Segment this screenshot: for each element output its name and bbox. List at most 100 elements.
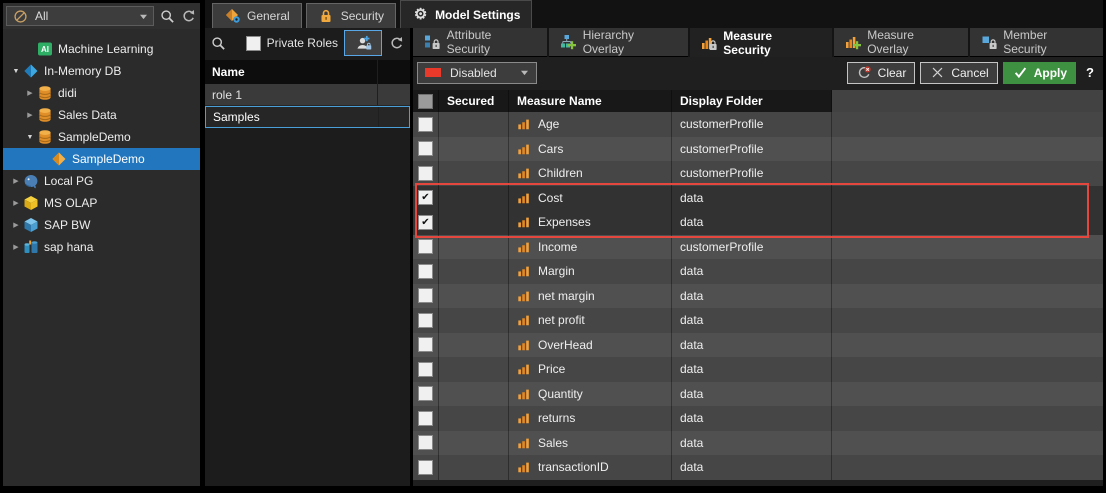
measure-row-income[interactable]: IncomecustomerProfile bbox=[413, 235, 1103, 260]
apply-button-label: Apply bbox=[1034, 66, 1067, 80]
collapsed-expander-icon[interactable]: ▶ bbox=[9, 177, 23, 185]
secured-checkbox[interactable] bbox=[418, 117, 433, 132]
secured-value-cell bbox=[439, 357, 509, 382]
tab-hierarchy-overlay[interactable]: Hierarchy Overlay bbox=[549, 28, 688, 57]
role-row[interactable]: Samples bbox=[205, 106, 410, 128]
roles-search-icon[interactable] bbox=[210, 35, 227, 52]
column-header-display-folder[interactable]: Display Folder bbox=[672, 90, 832, 112]
secured-value-cell bbox=[439, 406, 509, 431]
measure-row-transactionid[interactable]: transactionIDdata bbox=[413, 455, 1103, 480]
cancel-button[interactable]: Cancel bbox=[920, 62, 997, 84]
tab-member-security[interactable]: Member Security bbox=[970, 28, 1103, 57]
tree-item-sap-bw[interactable]: ▶SAP BW bbox=[3, 214, 200, 236]
secured-checkbox[interactable]: ✔ bbox=[418, 190, 433, 205]
search-icon[interactable] bbox=[159, 8, 176, 25]
refresh-icon[interactable] bbox=[181, 8, 198, 25]
member-security-icon bbox=[981, 34, 998, 51]
private-roles-checkbox[interactable] bbox=[246, 36, 261, 51]
select-all-checkbox[interactable] bbox=[418, 94, 433, 109]
security-tab-label: Member Security bbox=[1003, 28, 1092, 56]
app-window: All AIMachine Learning▼In-Memory DB ▶ didi… bbox=[0, 0, 1106, 493]
filter-all-icon bbox=[12, 8, 29, 25]
tree-item-ms-olap[interactable]: ▶MS OLAP bbox=[3, 192, 200, 214]
sap-bw-cube-icon bbox=[23, 217, 39, 233]
tree-item-local-pg[interactable]: ▶Local PG bbox=[3, 170, 200, 192]
measure-row-cost[interactable]: ✔Costdata bbox=[413, 186, 1103, 211]
tree-item-machine-learning[interactable]: AIMachine Learning bbox=[3, 38, 200, 60]
roles-column-header[interactable]: Name bbox=[205, 60, 410, 84]
secured-checkbox[interactable] bbox=[418, 411, 433, 426]
row-filler-cell bbox=[832, 210, 1103, 235]
secured-checkbox[interactable] bbox=[418, 264, 433, 279]
measure-name: Age bbox=[538, 117, 559, 131]
security-mode-combobox[interactable]: Disabled bbox=[417, 62, 537, 84]
measure-row-overhead[interactable]: OverHeaddata bbox=[413, 333, 1103, 358]
measure-row-net-profit[interactable]: net profitdata bbox=[413, 308, 1103, 333]
column-header-measure-name[interactable]: Measure Name bbox=[509, 90, 672, 112]
secured-checkbox[interactable] bbox=[418, 337, 433, 352]
tree-item-sap-hana[interactable]: ▶sap hana bbox=[3, 236, 200, 258]
secured-checkbox[interactable] bbox=[418, 460, 433, 475]
measure-row-price[interactable]: Pricedata bbox=[413, 357, 1103, 382]
tree-item-sampledemo[interactable]: ▼SampleDemo bbox=[3, 126, 200, 148]
measure-row-margin[interactable]: Margindata bbox=[413, 259, 1103, 284]
collapsed-expander-icon[interactable]: ▶ bbox=[9, 243, 23, 251]
tab-attribute-security[interactable]: Attribute Security bbox=[413, 28, 547, 57]
display-folder-cell: customerProfile bbox=[672, 137, 832, 162]
display-folder-value: data bbox=[680, 338, 703, 352]
column-header-secured[interactable]: Secured bbox=[439, 90, 509, 112]
measure-name: Quantity bbox=[538, 387, 583, 401]
collapsed-expander-icon[interactable]: ▶ bbox=[9, 199, 23, 207]
help-button[interactable]: ? bbox=[1081, 65, 1099, 80]
tree-item-in-memory-db[interactable]: ▼In-Memory DB bbox=[3, 60, 200, 82]
measure-row-expenses[interactable]: ✔Expensesdata bbox=[413, 210, 1103, 235]
tree-filter-combobox[interactable]: All bbox=[6, 6, 154, 26]
security-tab-label: Measure Security bbox=[723, 29, 820, 57]
measure-bars-icon bbox=[517, 289, 531, 303]
secured-checkbox[interactable] bbox=[418, 313, 433, 328]
row-filler-cell bbox=[832, 431, 1103, 456]
tree-item-label: Sales Data bbox=[58, 108, 117, 122]
measure-row-age[interactable]: AgecustomerProfile bbox=[413, 112, 1103, 137]
collapsed-expander-icon[interactable]: ▶ bbox=[9, 221, 23, 229]
secured-checkbox[interactable] bbox=[418, 288, 433, 303]
tab-general[interactable]: General bbox=[212, 3, 302, 28]
measure-row-children[interactable]: ChildrencustomerProfile bbox=[413, 161, 1103, 186]
tab-measure-security[interactable]: Measure Security bbox=[690, 28, 832, 57]
secured-checkbox[interactable] bbox=[418, 239, 433, 254]
secured-checkbox[interactable] bbox=[418, 141, 433, 156]
tab-measure-overlay[interactable]: Measure Overlay bbox=[834, 28, 968, 57]
secured-value-cell bbox=[439, 284, 509, 309]
measure-name-cell: net profit bbox=[509, 308, 672, 333]
tree-item-sales-data[interactable]: ▶ Sales Data bbox=[3, 104, 200, 126]
roles-refresh-icon[interactable] bbox=[388, 35, 405, 52]
tab-security[interactable]: Security bbox=[306, 3, 396, 28]
measure-row-quantity[interactable]: Quantitydata bbox=[413, 382, 1103, 407]
apply-button[interactable]: Apply bbox=[1003, 62, 1076, 84]
tree-item-didi[interactable]: ▶ didi bbox=[3, 82, 200, 104]
security-mode-value: Disabled bbox=[450, 66, 497, 80]
measure-row-net-margin[interactable]: net margindata bbox=[413, 284, 1103, 309]
secured-checkbox[interactable]: ✔ bbox=[418, 215, 433, 230]
row-filler-cell bbox=[832, 357, 1103, 382]
measure-row-returns[interactable]: returnsdata bbox=[413, 406, 1103, 431]
secured-checkbox[interactable] bbox=[418, 166, 433, 181]
tab-model-settings[interactable]: ⚙Model Settings bbox=[400, 0, 532, 28]
row-filler-cell bbox=[832, 112, 1103, 137]
tree-item-sampledemo[interactable]: SampleDemo bbox=[3, 148, 200, 170]
collapsed-expander-icon[interactable]: ▶ bbox=[23, 89, 37, 97]
expanded-expander-icon[interactable]: ▼ bbox=[9, 68, 23, 75]
row-filler-cell bbox=[832, 308, 1103, 333]
clear-button[interactable]: Clear bbox=[847, 62, 916, 84]
measure-row-sales[interactable]: Salesdata bbox=[413, 431, 1103, 456]
secured-checkbox[interactable] bbox=[418, 435, 433, 450]
secured-checkbox[interactable] bbox=[418, 362, 433, 377]
role-row[interactable]: role 1 bbox=[205, 84, 410, 106]
expanded-expander-icon[interactable]: ▼ bbox=[23, 134, 37, 141]
collapsed-expander-icon[interactable]: ▶ bbox=[23, 111, 37, 119]
security-tab-label: Hierarchy Overlay bbox=[583, 28, 677, 56]
add-role-button[interactable] bbox=[344, 30, 382, 56]
measure-row-cars[interactable]: CarscustomerProfile bbox=[413, 137, 1103, 162]
secured-checkbox[interactable] bbox=[418, 386, 433, 401]
tree-item-label: didi bbox=[58, 86, 77, 100]
